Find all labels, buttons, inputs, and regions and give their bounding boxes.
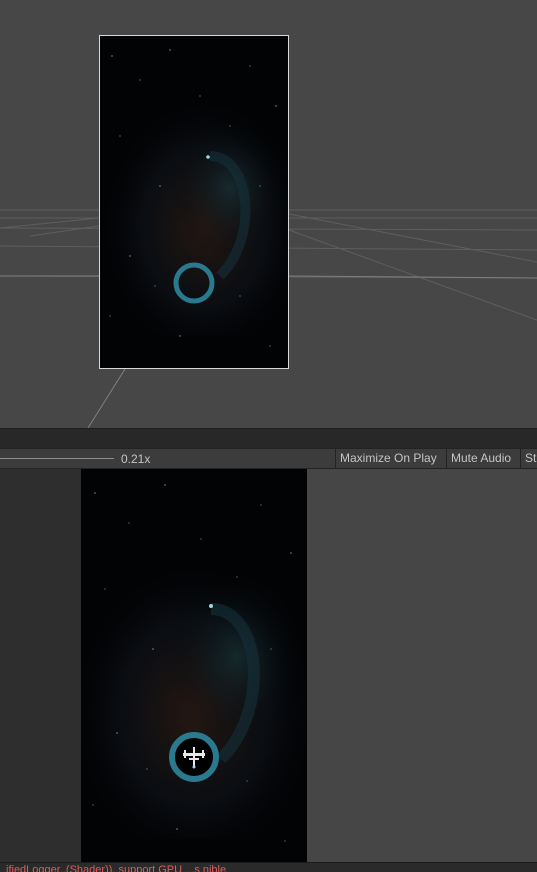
game-view[interactable] [0,469,537,862]
console-status-bar[interactable]: ifiedLogger..(Shader)). support GPU ...s… [0,862,537,872]
game-starfield-background [81,469,307,862]
stats-button[interactable]: St [520,449,537,468]
scale-slider[interactable] [0,458,114,459]
game-canvas[interactable] [81,469,307,862]
mute-audio-button[interactable]: Mute Audio [446,449,520,468]
player-ship-icon [183,747,205,769]
status-error-message: ifiedLogger..(Shader)). support GPU ...s… [6,864,227,872]
panel-separator[interactable] [0,428,537,448]
game-view-letterbox [0,469,81,862]
maximize-on-play-button[interactable]: Maximize On Play [335,449,446,468]
scene-canvas-frame[interactable] [99,35,289,369]
starfield-background [100,36,288,368]
game-view-toolbar: 0.21x Maximize On Play Mute Audio St [0,448,537,469]
scale-value-label: 0.21x [121,452,151,466]
scene-view[interactable] [0,0,537,428]
unity-editor-window: 0.21x Maximize On Play Mute Audio St ifi… [0,0,537,872]
player-ring-gizmo[interactable] [172,261,216,305]
